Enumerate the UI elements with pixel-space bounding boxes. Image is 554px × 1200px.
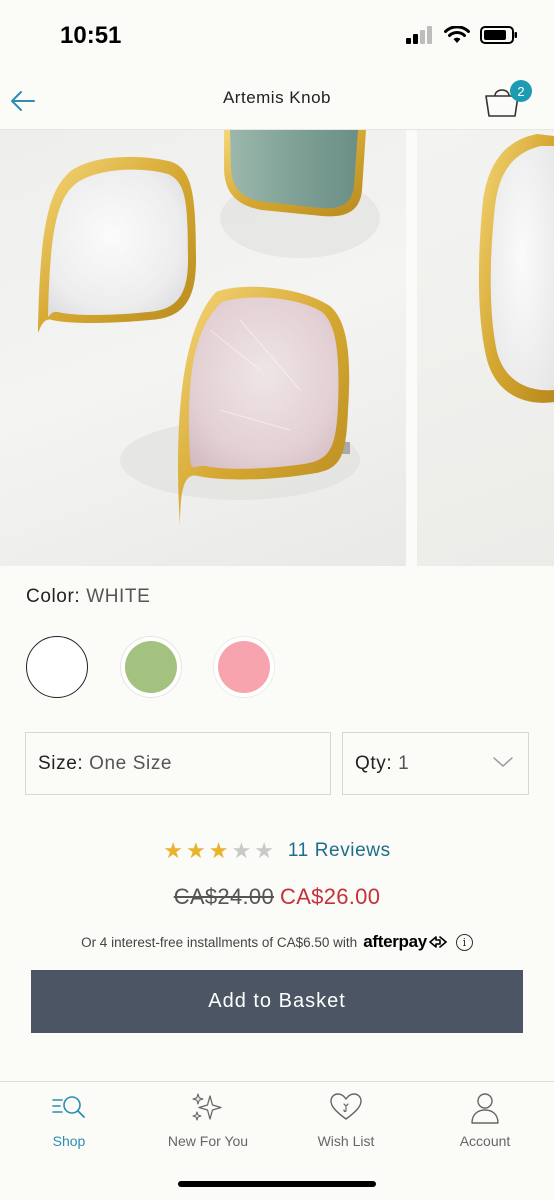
size-label: Size: (38, 753, 84, 774)
qty-label: Qty: (355, 753, 393, 774)
header: Artemis Knob 2 (0, 70, 554, 130)
star-icon-filled: ★ (208, 838, 229, 863)
color-label-text: Color: (26, 586, 81, 607)
wifi-icon (444, 26, 470, 43)
chevron-down-icon (493, 757, 513, 768)
afterpay-row: Or 4 interest-free installments of CA$6.… (0, 932, 554, 952)
person-icon (471, 1093, 499, 1124)
product-photo-main[interactable] (0, 130, 406, 566)
tab-account-label: Account (459, 1133, 511, 1149)
color-label: Color: WHITE (26, 586, 150, 608)
size-text: Size: One Size (38, 753, 172, 775)
star-icon-filled: ★ (185, 838, 206, 863)
star-icon-empty: ★ (231, 838, 252, 863)
tab-shop[interactable]: Shop (0, 1082, 138, 1162)
size-value: One Size (89, 753, 173, 774)
home-indicator (178, 1181, 376, 1187)
original-price: CA$24.00 (173, 884, 274, 909)
qty-text: Qty: 1 (355, 753, 409, 775)
size-selector[interactable]: Size: One Size (25, 732, 331, 795)
qty-value: 1 (398, 753, 410, 774)
qty-selector[interactable]: Qty: 1 (342, 732, 529, 795)
color-value: WHITE (86, 586, 151, 607)
product-image (38, 130, 380, 526)
page-title: Artemis Knob (222, 88, 332, 107)
status-bar: 10:51 (0, 0, 554, 70)
status-icons (406, 26, 518, 44)
status-time: 10:51 (60, 22, 122, 49)
rating-row: ★ ★ ★ ★ ★ 11 Reviews (0, 840, 554, 862)
tab-new-for-you-label: New For You (167, 1133, 249, 1149)
afterpay-logo: afterpay (363, 932, 427, 951)
product-image-secondary (478, 134, 554, 403)
swatch-white[interactable] (26, 636, 88, 698)
star-icon-filled: ★ (163, 838, 183, 863)
reviews-link[interactable]: 11 Reviews (288, 840, 391, 862)
battery-icon (480, 26, 517, 44)
basket-count-badge: 2 (510, 80, 532, 102)
afterpay-text: Or 4 interest-free installments of CA$6.… (81, 934, 358, 950)
star-icon-empty: ★ (254, 838, 274, 863)
star-rating: ★ ★ ★ ★ ★ (163, 840, 274, 862)
tab-shop-label: Shop (52, 1133, 86, 1149)
afterpay-arrows-icon (429, 936, 447, 948)
tab-new-for-you[interactable]: New For You (139, 1082, 277, 1162)
add-to-basket-button[interactable]: Add to Basket (31, 970, 523, 1033)
current-price: CA$26.00 (280, 884, 381, 909)
swatch-pink-fill (218, 641, 270, 693)
swatch-pink[interactable] (213, 636, 275, 698)
info-icon[interactable]: i (455, 933, 473, 951)
swatch-green[interactable] (120, 636, 182, 698)
price-row: CA$24.00 CA$26.00 (0, 884, 554, 910)
product-image-gallery[interactable] (0, 130, 554, 566)
sparkles-icon (192, 1093, 222, 1121)
shop-search-icon (52, 1096, 85, 1118)
product-photo-secondary[interactable] (417, 130, 554, 566)
tab-account[interactable]: Account (416, 1082, 554, 1162)
heart-icon (330, 1093, 362, 1120)
tab-wish-list-label: Wish List (317, 1133, 375, 1149)
swatch-green-fill (125, 641, 177, 693)
cellular-signal-icon (406, 26, 432, 44)
basket-button[interactable]: 2 (482, 80, 532, 120)
tab-wish-list[interactable]: Wish List (277, 1082, 415, 1162)
